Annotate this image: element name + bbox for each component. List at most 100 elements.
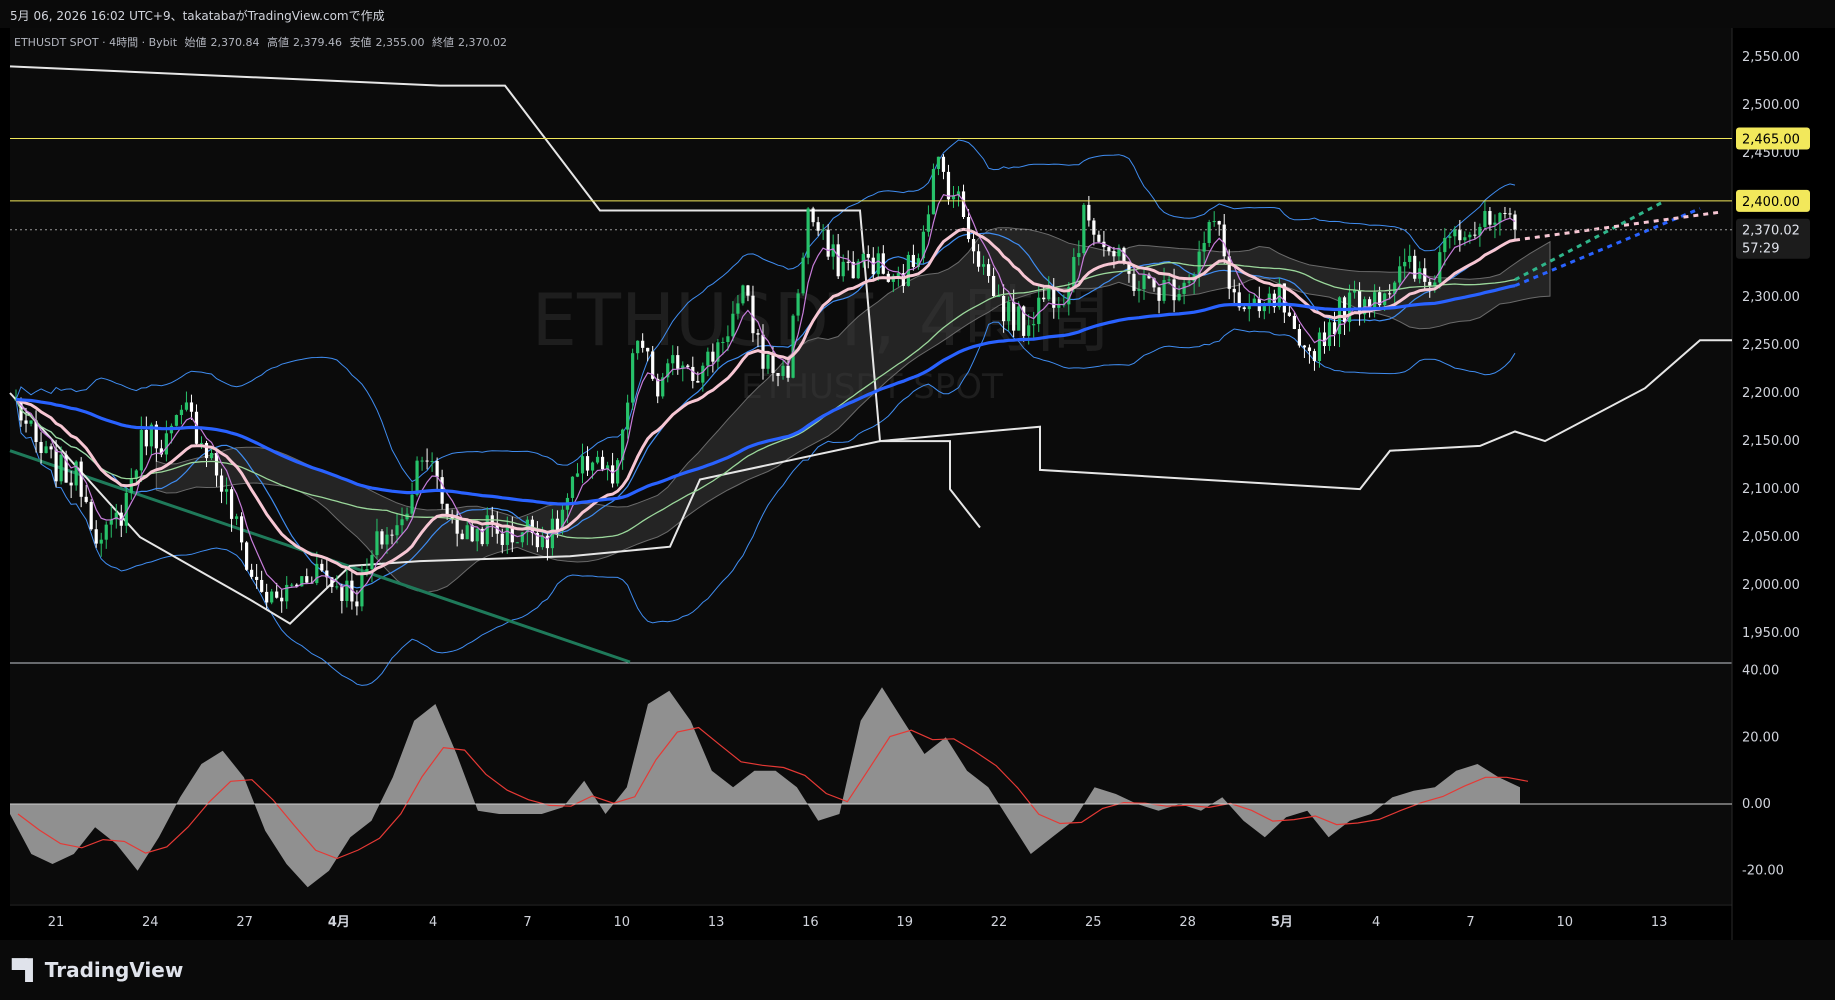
candle-body xyxy=(736,303,740,314)
candle-body xyxy=(370,555,374,570)
candle-body xyxy=(1473,234,1477,236)
price-badge-label: 2,370.02 xyxy=(1742,224,1800,239)
time-tick: 4月 xyxy=(328,915,350,930)
candle-body xyxy=(746,285,750,296)
candle-body xyxy=(49,446,53,450)
candle-body xyxy=(1002,295,1006,322)
candle-body xyxy=(59,454,63,482)
candle-body xyxy=(595,456,600,463)
price-tick: 2,200.00 xyxy=(1742,386,1800,401)
time-tick: 10 xyxy=(1557,915,1574,930)
candle-body xyxy=(1157,287,1161,301)
candle-body xyxy=(290,584,294,586)
candle-body xyxy=(164,433,168,455)
legend-close: 2,370.02 xyxy=(458,36,507,49)
countdown-label: 57:29 xyxy=(1742,242,1779,257)
candle-body xyxy=(395,525,399,536)
candle-body xyxy=(460,533,464,540)
candle-body xyxy=(911,254,915,267)
time-axis[interactable]: 21 24 27 4月 4 7 10 13 16 19 22 25 28 5月 4 7 10 13 xyxy=(48,915,1668,930)
candle-body xyxy=(1383,293,1387,306)
candle-body xyxy=(415,460,419,495)
candle-body xyxy=(44,446,48,453)
candle-body xyxy=(430,461,434,463)
candle-body xyxy=(696,380,700,383)
candle-body xyxy=(470,525,474,542)
candle-body xyxy=(706,351,710,366)
candle-body xyxy=(580,456,585,474)
candle-body xyxy=(189,402,194,412)
candle-body xyxy=(992,275,996,297)
symbol-legend: ETHUSDT SPOT · 4時間 · Bybit 始値 2,370.84 高値… xyxy=(14,34,511,50)
candle-body xyxy=(1137,289,1141,291)
candle-body xyxy=(455,518,459,534)
price-tick: 2,100.00 xyxy=(1742,482,1800,497)
legend-close-label: 終値 xyxy=(432,36,454,49)
candle-body xyxy=(936,156,941,170)
price-badge-label: 2,400.00 xyxy=(1742,195,1800,210)
candle-body xyxy=(219,475,224,492)
price-tick: 2,500.00 xyxy=(1742,98,1800,113)
candle-body xyxy=(1142,274,1146,290)
candle-body xyxy=(641,340,645,348)
candle-body xyxy=(1322,332,1327,347)
time-tick: 4 xyxy=(1372,915,1380,930)
price-tick: 1,950.00 xyxy=(1742,626,1800,641)
candle-body xyxy=(1448,236,1452,238)
legend-open: 2,370.84 xyxy=(210,36,260,49)
candle-body xyxy=(1503,213,1507,215)
candle-body xyxy=(265,591,269,603)
candle-body xyxy=(1463,237,1467,241)
candle-body xyxy=(184,402,189,410)
candle-body xyxy=(616,460,620,484)
candle-body xyxy=(209,452,214,459)
osc-tick: 0.00 xyxy=(1742,797,1771,812)
brand-logo[interactable]: ▀▌ TradingView xyxy=(12,958,183,982)
candle-body xyxy=(1232,288,1236,293)
candle-body xyxy=(475,528,479,542)
candle-body xyxy=(255,576,259,580)
candle-body xyxy=(385,534,389,545)
candle-body xyxy=(806,208,810,258)
legend-low-label: 安値 xyxy=(349,36,372,49)
candle-body xyxy=(1007,301,1011,322)
candle-body xyxy=(570,476,575,498)
candle-body xyxy=(836,244,840,277)
candle-body xyxy=(505,525,509,545)
candle-body xyxy=(816,222,820,231)
legend-open-label: 始値 xyxy=(184,36,207,49)
price-badge-label: 2,465.00 xyxy=(1742,132,1800,147)
legend-high-label: 高値 xyxy=(267,36,290,49)
candle-body xyxy=(1357,290,1362,315)
time-tick: 10 xyxy=(614,915,631,930)
time-tick: 7 xyxy=(1466,915,1474,930)
candle-body xyxy=(1438,252,1442,283)
candle-body xyxy=(981,264,986,267)
candle-body xyxy=(826,229,830,257)
candle-body xyxy=(315,563,319,584)
candle-body xyxy=(224,489,229,492)
candle-body xyxy=(179,409,184,416)
candle-body xyxy=(1202,243,1206,252)
candle-body xyxy=(144,429,148,447)
chart-canvas[interactable]: ETHUSDT, 4時間 ETHUSDT SPOT 2,550.002,500.… xyxy=(0,0,1835,1000)
candle-body xyxy=(250,569,254,577)
candle-body xyxy=(1042,297,1046,300)
candle-body xyxy=(335,586,339,588)
candle-body xyxy=(726,336,730,343)
candle-body xyxy=(1443,237,1447,253)
candle-body xyxy=(420,460,424,462)
candle-body xyxy=(1428,281,1432,286)
time-tick: 13 xyxy=(1651,915,1668,930)
candle-body xyxy=(1493,222,1497,225)
price-tick: 2,050.00 xyxy=(1742,530,1800,545)
candle-body xyxy=(1077,253,1081,258)
candle-body xyxy=(435,461,439,478)
time-tick: 4 xyxy=(429,915,437,930)
candle-body xyxy=(1352,290,1357,293)
candle-body xyxy=(876,253,880,275)
candle-body xyxy=(811,208,815,223)
oscillator-axis[interactable]: 40.00 20.00 0.00 -20.00 xyxy=(1742,664,1784,879)
candle-body xyxy=(1327,322,1332,347)
candle-body xyxy=(781,365,785,376)
